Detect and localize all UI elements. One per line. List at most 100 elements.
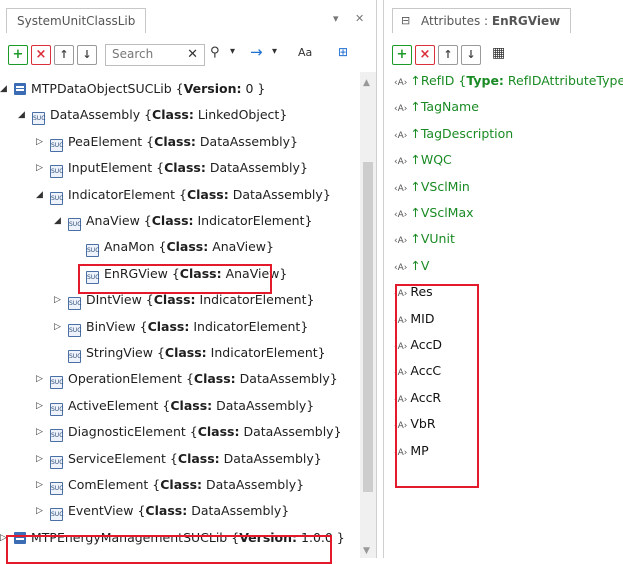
collapse-icon[interactable]: ◢ xyxy=(54,208,61,234)
tree-item-meta-key: Class: xyxy=(164,345,207,360)
system-unit-class-icon: SUC xyxy=(50,429,63,443)
tree-row[interactable]: ▷ SUC InputElement {Class: DataAssembly} xyxy=(36,155,308,181)
delete-attribute-button[interactable]: × xyxy=(415,45,435,65)
attribute-name: RefID xyxy=(420,73,455,88)
dropdown-icon[interactable]: ▾ xyxy=(333,12,339,25)
tree-row[interactable]: ▷ SUC ActiveElement {Class: DataAssembly} xyxy=(36,393,314,419)
move-up-button[interactable]: ↑ xyxy=(54,45,74,65)
system-unit-class-icon: SUC xyxy=(68,323,81,337)
hierarchy-icon[interactable]: ⊞ xyxy=(338,45,348,59)
highlight-own-attributes xyxy=(395,284,479,488)
collapse-icon[interactable]: ◢ xyxy=(18,102,25,128)
system-unit-class-lib-panel: SystemUnitClassLib ▾ ✕ + × ↑ ↓ Search ✕ … xyxy=(0,0,377,564)
tree-item-name: AnaView xyxy=(86,213,140,228)
inherited-arrow-icon: ↑ xyxy=(410,99,421,115)
tree-row[interactable]: ▷ SUC ServiceElement {Class: DataAssembly} xyxy=(36,446,322,472)
highlight-enrgview xyxy=(78,264,272,294)
move-attribute-down-button[interactable]: ↓ xyxy=(461,45,481,65)
tree-item-meta-value: 0 xyxy=(245,81,254,96)
expand-icon[interactable]: ▷ xyxy=(36,393,43,419)
add-button[interactable]: + xyxy=(8,45,28,65)
arrow-right-icon[interactable]: → xyxy=(250,43,263,61)
delete-button[interactable]: × xyxy=(31,45,51,65)
match-case-button[interactable]: Aa xyxy=(298,46,312,59)
attributes-panel: ⊟ Attributes : EnRGView + × ↑ ↓ ▦ ‹A› ↑Re… xyxy=(383,0,623,558)
tree-item-meta-key: Class: xyxy=(164,160,206,176)
tab-attributes[interactable]: ⊟ Attributes : EnRGView xyxy=(392,8,572,33)
left-tabstrip: SystemUnitClassLib ▾ ✕ xyxy=(0,0,376,36)
attribute-meta-key: Type: xyxy=(466,73,504,88)
chevron-down-icon-2[interactable]: ▾ xyxy=(272,46,277,57)
tree-row[interactable]: ◢ SUC IndicatorElement {Class: DataAssembl… xyxy=(36,182,331,208)
tree-item-meta-value: LinkedObject xyxy=(197,107,280,123)
left-toolbar: + × ↑ ↓ Search ✕ ⚲ ▾ → ▾ Aa ⊞ xyxy=(8,42,372,68)
expand-icon[interactable]: ▷ xyxy=(36,446,43,472)
tree-item-name: InputElement xyxy=(68,160,153,176)
attribute-row[interactable]: ‹A› ↑TagName xyxy=(394,94,479,120)
inherited-arrow-icon: ↑ xyxy=(410,125,421,141)
tab-system-unit-class-lib[interactable]: SystemUnitClassLib xyxy=(6,8,147,33)
close-icon[interactable]: ✕ xyxy=(355,12,364,25)
scroll-up-icon[interactable]: ▲ xyxy=(363,78,370,88)
system-unit-class-icon: SUC xyxy=(68,350,81,363)
attribute-icon: ‹A› xyxy=(394,210,408,220)
attribute-name: TagName xyxy=(420,99,479,115)
tree-item-name: DiagnosticElement xyxy=(68,424,186,440)
expand-icon[interactable]: ▷ xyxy=(36,155,43,181)
tree-item-meta-key: Class: xyxy=(166,239,209,255)
attribute-row[interactable]: ‹A› ↑V xyxy=(394,253,429,279)
scroll-thumb[interactable] xyxy=(363,162,373,492)
expand-icon[interactable]: ▷ xyxy=(36,498,43,524)
tree-row[interactable]: ▷ SUC BinView {Class: IndicatorElement} xyxy=(54,314,308,340)
move-down-button[interactable]: ↓ xyxy=(77,45,97,65)
tab-attributes-name: EnRGView xyxy=(491,14,561,28)
tree-row[interactable]: ▷ SUC ComElement {Class: DataAssembly} xyxy=(36,472,304,498)
search-icon[interactable]: ⚲ xyxy=(210,45,220,60)
tree-row[interactable]: ▷ SUC PeaElement {Class: DataAssembly} xyxy=(36,129,298,155)
tree-item-name: OperationElement xyxy=(68,371,182,387)
tree-row[interactable]: SUC StringView {Class: IndicatorElement} xyxy=(68,340,326,366)
expand-icon[interactable]: ▷ xyxy=(36,419,43,445)
system-unit-class-icon: SUC xyxy=(50,508,63,522)
expand-icon[interactable]: ▷ xyxy=(54,314,61,340)
expand-icon[interactable]: ▷ xyxy=(54,287,61,313)
search-input[interactable]: Search ✕ xyxy=(105,44,205,66)
expand-icon[interactable]: ▷ xyxy=(36,366,43,392)
inherited-arrow-icon: ↑ xyxy=(410,205,421,220)
expand-icon[interactable]: ▷ xyxy=(36,129,43,155)
tree-row[interactable]: ▷ SUC DiagnosticElement {Class: DataAssemb… xyxy=(36,419,342,445)
attribute-row[interactable]: ‹A› ↑VSclMax xyxy=(394,200,474,226)
tree-item-meta-value: IndicatorElement xyxy=(197,213,305,228)
add-attribute-button[interactable]: + xyxy=(392,45,412,65)
collapse-icon[interactable]: ◢ xyxy=(36,182,43,208)
attribute-row[interactable]: ‹A› ↑VSclMin xyxy=(394,174,470,200)
attribute-icon: ‹A› xyxy=(394,183,408,194)
tree-row[interactable]: ▷ SUC OperationElement {Class: DataAssembl… xyxy=(36,366,338,392)
table-icon[interactable]: ▦ xyxy=(492,45,505,61)
attribute-icon: ‹A› xyxy=(394,130,408,141)
tree-row[interactable]: ▷ SUC EventView {Class: DataAssembly} xyxy=(36,498,289,524)
left-scrollbar[interactable]: ▲ ▼ xyxy=(360,72,376,558)
attribute-icon: ‹A› xyxy=(394,104,408,115)
clear-icon[interactable]: ✕ xyxy=(187,47,198,62)
move-attribute-up-button[interactable]: ↑ xyxy=(438,45,458,65)
tree-item-name: IndicatorElement xyxy=(68,186,175,202)
expand-icon[interactable]: ▷ xyxy=(36,472,43,498)
attribute-meta-value: RefIDAttributeType xyxy=(507,73,623,88)
tree-row[interactable]: ◢ SUC DataAssembly {Class: LinkedObject} xyxy=(18,102,287,128)
chevron-down-icon[interactable]: ▾ xyxy=(230,46,235,57)
tree-row[interactable]: ◢ MTPDataObjectSUCLib {Version: 0 } xyxy=(0,76,265,102)
attribute-row[interactable]: ‹A› ↑WQC xyxy=(394,147,452,173)
right-tabstrip: ⊟ Attributes : EnRGView xyxy=(384,0,623,36)
search-placeholder: Search xyxy=(112,47,154,61)
attribute-row[interactable]: ‹A› ↑TagDescription xyxy=(394,121,513,147)
tree-item-meta-key: Class: xyxy=(170,397,213,413)
attribute-icon: ‹A› xyxy=(394,78,408,88)
tree-row[interactable]: SUC AnaMon {Class: AnaView} xyxy=(86,234,274,260)
collapse-icon[interactable]: ◢ xyxy=(0,76,7,102)
tree-item-name: BinView xyxy=(86,318,136,334)
attribute-row[interactable]: ‹A›↑RefID {Type: RefIDAttributeType } xyxy=(394,68,623,94)
scroll-down-icon[interactable]: ▼ xyxy=(363,546,370,556)
tree-row[interactable]: ◢ SUC AnaView {Class: IndicatorElement} xyxy=(54,208,312,234)
attribute-row[interactable]: ‹A› ↑VUnit xyxy=(394,226,455,252)
